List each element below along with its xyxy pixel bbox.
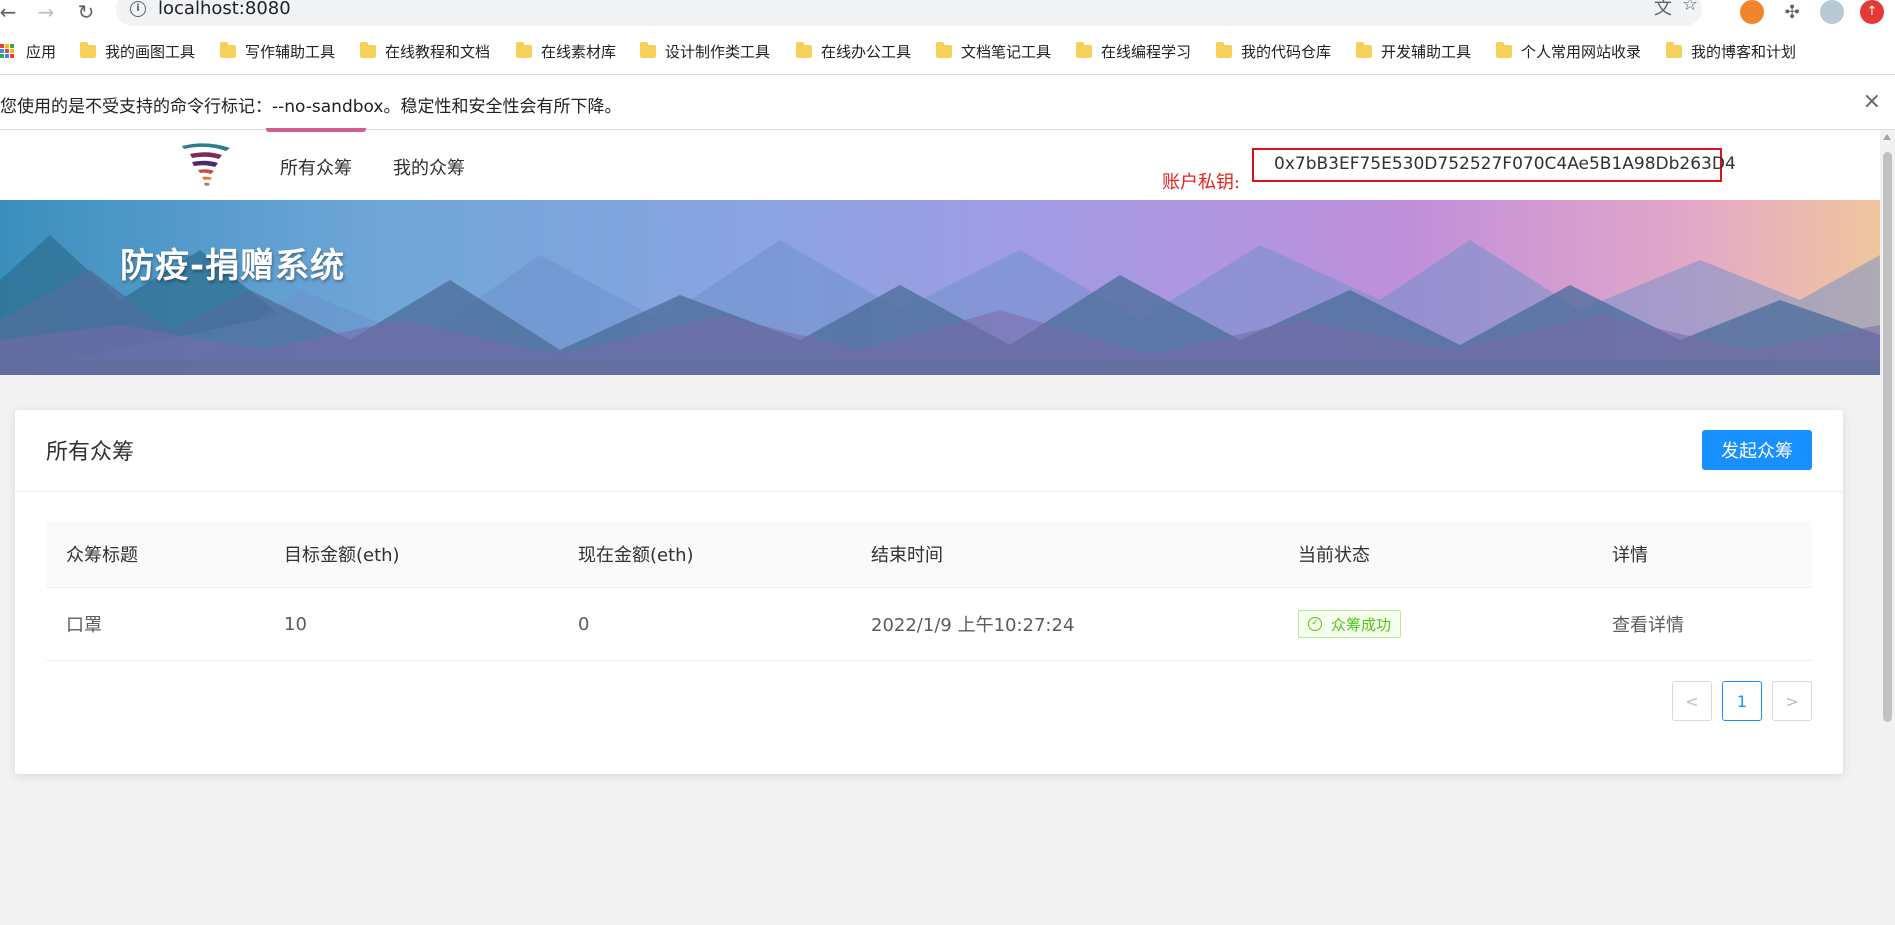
bookmark-folder[interactable]: 开发辅助工具: [1356, 41, 1472, 61]
row-target-amount: 10: [284, 613, 307, 635]
bookmark-folder[interactable]: 写作辅助工具: [220, 41, 336, 61]
page-content: 所有众筹 我的众筹 账户私钥: 0x7bB3EF75E530D752527F07…: [0, 128, 1880, 925]
bookmark-folder[interactable]: 我的博客和计划: [1666, 41, 1797, 61]
banner-title: 防疫-捐赠系统: [120, 246, 346, 286]
bookmark-folder[interactable]: 在线办公工具: [796, 41, 912, 61]
update-icon[interactable]: ↑: [1860, 0, 1884, 24]
bookmark-folder[interactable]: 在线编程学习: [1076, 41, 1192, 61]
pagination: < 1 >: [1672, 681, 1812, 721]
bookmark-label: 我的博客和计划: [1691, 42, 1797, 61]
bookmark-folder[interactable]: 我的画图工具: [80, 41, 196, 61]
scroll-thumb[interactable]: [1883, 152, 1892, 722]
bookmark-folder[interactable]: 设计制作类工具: [640, 41, 771, 61]
row-status: ✓ 众筹成功: [1298, 588, 1402, 660]
check-circle-icon: ✓: [1308, 617, 1322, 631]
card-header: 所有众筹 发起众筹: [15, 410, 1843, 492]
folder-icon: [1076, 41, 1092, 58]
bookmark-folder[interactable]: 文档笔记工具: [936, 41, 1052, 61]
private-key-label: 账户私钥:: [1162, 172, 1241, 193]
page-scrollbar[interactable]: [1880, 130, 1895, 925]
column-header[interactable]: 结束时间: [871, 521, 943, 587]
table-header: 众筹标题 目标金额(eth) 现在金额(eth) 结束时间 当前状态 详情: [46, 521, 1812, 588]
folder-icon: [1356, 41, 1372, 58]
folder-icon: [80, 41, 96, 58]
apps-grid-icon: [0, 44, 14, 58]
bookmark-folder[interactable]: 个人常用网站收录: [1496, 41, 1642, 61]
bookmark-label: 在线素材库: [541, 42, 617, 61]
folder-icon: [1496, 41, 1512, 58]
bookmark-label: 在线编程学习: [1101, 42, 1192, 61]
infobar-text: 您使用的是不受支持的命令行标记：--no-sandbox。稳定性和安全性会有所下…: [0, 97, 622, 117]
create-crowdfunding-button[interactable]: 发起众筹: [1702, 430, 1812, 470]
bookmark-label: 开发辅助工具: [1381, 42, 1472, 61]
translate-icon[interactable]: 文: [1654, 0, 1672, 20]
status-text: 众筹成功: [1331, 615, 1392, 634]
reload-icon[interactable]: ↻: [74, 0, 98, 24]
nav-all-crowdfunding[interactable]: 所有众筹: [266, 128, 366, 180]
page-number-button[interactable]: 1: [1722, 681, 1762, 721]
column-header[interactable]: 众筹标题: [66, 521, 138, 587]
folder-icon: [360, 41, 376, 58]
next-page-button[interactable]: >: [1772, 681, 1812, 721]
column-header[interactable]: 目标金额(eth): [284, 521, 400, 587]
bookmark-folder[interactable]: 我的代码仓库: [1216, 41, 1332, 61]
column-header[interactable]: 现在金额(eth): [578, 521, 694, 587]
url-text[interactable]: localhost:8080: [158, 0, 291, 19]
address-row: ← → ↻ i localhost:8080 文 ☆ ✣ ↑: [0, 0, 1895, 26]
crowdfunding-table: 众筹标题 目标金额(eth) 现在金额(eth) 结束时间 当前状态 详情 口罩…: [46, 521, 1812, 661]
scroll-up-icon[interactable]: [1883, 134, 1891, 140]
metamask-icon[interactable]: [1740, 0, 1764, 24]
bookmark-folder[interactable]: 在线素材库: [516, 41, 617, 61]
folder-icon: [220, 41, 236, 58]
address-bar[interactable]: i localhost:8080 文 ☆: [116, 0, 1702, 26]
extensions-icon[interactable]: ✣: [1780, 0, 1804, 24]
folder-icon: [936, 41, 952, 58]
close-icon[interactable]: ×: [1863, 89, 1881, 114]
folder-icon: [1666, 41, 1682, 58]
folder-icon: [796, 41, 812, 58]
folder-icon: [640, 41, 656, 58]
row-title: 口罩: [66, 615, 102, 636]
profile-avatar[interactable]: [1820, 0, 1844, 24]
column-header[interactable]: 当前状态: [1298, 521, 1370, 587]
bookmark-star-icon[interactable]: ☆: [1682, 0, 1698, 15]
site-info-icon[interactable]: i: [130, 1, 146, 17]
bookmark-folder[interactable]: 在线教程和文档: [360, 41, 491, 61]
row-current-amount: 0: [578, 613, 590, 635]
table-row: 口罩 10 0 2022/1/9 上午10:27:24 ✓ 众筹成功 查看详情: [46, 588, 1812, 661]
back-icon[interactable]: ←: [0, 0, 20, 24]
bookmark-label: 应用: [26, 42, 57, 61]
card-title: 所有众筹: [46, 440, 135, 465]
bookmark-label: 我的画图工具: [105, 42, 196, 61]
forward-icon[interactable]: →: [34, 0, 58, 24]
prev-page-button[interactable]: <: [1672, 681, 1712, 721]
site-header: 所有众筹 我的众筹 账户私钥: 0x7bB3EF75E530D752527F07…: [0, 128, 1880, 200]
status-badge: ✓ 众筹成功: [1298, 610, 1402, 638]
column-header[interactable]: 详情: [1612, 521, 1648, 587]
mountain-illustration: [0, 235, 1880, 375]
browser-toolbar: ← → ↻ i localhost:8080 文 ☆ ✣ ↑ 应用 我的画图工具…: [0, 0, 1895, 74]
folder-icon: [1216, 41, 1232, 58]
bookmark-label: 文档笔记工具: [961, 42, 1052, 61]
bookmark-label: 设计制作类工具: [665, 42, 771, 61]
bookmark-label: 在线办公工具: [821, 42, 912, 61]
folder-icon: [516, 41, 532, 58]
bookmarks-bar: 应用 我的画图工具 写作辅助工具 在线教程和文档 在线素材库 设计制作类工具 在…: [0, 38, 1895, 64]
site-logo[interactable]: [180, 140, 232, 190]
crowdfunding-card: 所有众筹 发起众筹 众筹标题 目标金额(eth) 现在金额(eth) 结束时间 …: [15, 410, 1843, 774]
private-key-value[interactable]: 0x7bB3EF75E530D752527F070C4Ae5B1A98Db263…: [1252, 148, 1736, 182]
hero-banner: 防疫-捐赠系统: [0, 200, 1880, 375]
bookmark-label: 在线教程和文档: [385, 42, 491, 61]
bookmark-label: 写作辅助工具: [245, 42, 336, 61]
bookmark-label: 个人常用网站收录: [1521, 42, 1642, 61]
row-end-time: 2022/1/9 上午10:27:24: [871, 615, 1075, 636]
bookmark-label: 我的代码仓库: [1241, 42, 1332, 61]
nav-my-crowdfunding[interactable]: 我的众筹: [393, 154, 465, 180]
view-details-link[interactable]: 查看详情: [1612, 588, 1684, 660]
sandbox-warning-infobar: 您使用的是不受支持的命令行标记：--no-sandbox。稳定性和安全性会有所下…: [0, 74, 1895, 130]
bookmark-apps[interactable]: 应用: [0, 42, 57, 61]
